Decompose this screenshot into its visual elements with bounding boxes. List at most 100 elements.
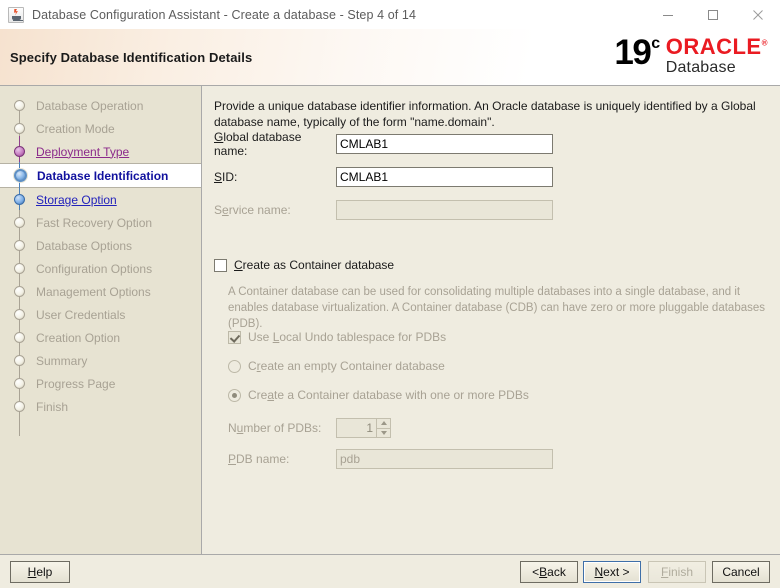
- create-container-with-pdbs-row: Create a Container database with one or …: [228, 388, 529, 402]
- sid-label: SID:: [214, 169, 238, 184]
- maximize-icon[interactable]: [690, 0, 735, 29]
- create-as-container-database-row[interactable]: Create as Container database: [214, 258, 394, 272]
- sidebar-item-label: Creation Mode: [36, 121, 115, 136]
- sidebar-item-deployment-type[interactable]: Deployment Type: [0, 140, 201, 163]
- sidebar-item-summary[interactable]: Summary: [0, 349, 201, 372]
- sid-row: SID:: [214, 166, 553, 187]
- sidebar-item-label: Creation Option: [36, 330, 121, 345]
- step-node-icon: [14, 378, 25, 389]
- finish-button: Finish: [648, 561, 706, 583]
- sidebar-item-label: Configuration Options: [36, 261, 153, 276]
- sidebar-item-database-options[interactable]: Database Options: [0, 234, 201, 257]
- global-database-name-input[interactable]: [336, 133, 553, 154]
- step-node-icon: [14, 355, 25, 366]
- sidebar-item-label: Progress Page: [36, 376, 116, 391]
- main-panel: Provide a unique database identifier inf…: [202, 86, 780, 554]
- global-database-name-row: Global database name:: [214, 130, 553, 158]
- sidebar-item-label[interactable]: Storage Option: [36, 193, 117, 207]
- registered-trademark-icon: ®: [761, 38, 768, 48]
- number-of-pdbs-row: Number of PDBs: 1: [228, 417, 391, 438]
- pdb-name-row: PDB name:: [228, 448, 553, 469]
- oracle-version: 19 c: [614, 33, 660, 72]
- step-node-icon: [14, 263, 25, 274]
- sidebar-item-fast-recovery-option[interactable]: Fast Recovery Option: [0, 211, 201, 234]
- sidebar-item-database-operation[interactable]: Database Operation: [0, 94, 201, 117]
- sidebar-item-management-options[interactable]: Management Options: [0, 280, 201, 303]
- oracle-version-suffix: c: [651, 35, 660, 52]
- step-node-icon: [14, 286, 25, 297]
- service-name-label: Service name:: [214, 202, 291, 217]
- page-banner: Specify Database Identification Details …: [0, 29, 780, 86]
- pdb-name-label: PDB name:: [228, 451, 290, 466]
- sidebar-item-creation-option[interactable]: Creation Option: [0, 326, 201, 349]
- sidebar-item-label: Management Options: [36, 284, 151, 299]
- sidebar-item-progress-page[interactable]: Progress Page: [0, 372, 201, 395]
- create-container-with-pdbs-label: Create a Container database with one or …: [248, 388, 529, 402]
- sidebar-item-label: Fast Recovery Option: [36, 215, 153, 230]
- create-empty-container-radio: [228, 359, 241, 373]
- global-database-name-label: Global database name:: [214, 129, 302, 158]
- stepper-down-icon: [376, 427, 391, 438]
- step-node-icon: [14, 401, 25, 412]
- help-button[interactable]: Help: [10, 561, 70, 583]
- pdb-name-input: [336, 448, 553, 469]
- number-of-pdbs-label: Number of PDBs:: [228, 420, 322, 435]
- oracle-logo: 19 c ORACLE® Database: [614, 35, 768, 77]
- sidebar-item-label: User Credentials: [36, 307, 126, 322]
- sidebar-item-label[interactable]: Deployment Type: [36, 145, 129, 159]
- service-name-input: [336, 199, 553, 220]
- window-controls: [645, 0, 780, 29]
- sidebar-item-user-credentials[interactable]: User Credentials: [0, 303, 201, 326]
- button-bar: Help < Back Next > Finish Cancel: [0, 555, 780, 588]
- step-node-icon: [14, 146, 25, 157]
- sidebar-item-database-identification[interactable]: Database Identification: [0, 163, 201, 188]
- step-node-icon: [14, 240, 25, 251]
- use-local-undo-label: Use Local Undo tablespace for PDBs: [248, 330, 447, 344]
- stepper-up-icon: [376, 417, 391, 428]
- sidebar-item-label: Database Options: [36, 238, 133, 253]
- step-node-icon: [14, 123, 25, 134]
- sidebar-item-label: Database Operation: [36, 98, 144, 113]
- next-button[interactable]: Next >: [583, 561, 641, 583]
- number-of-pdbs-stepper: 1: [336, 417, 391, 438]
- sidebar-item-configuration-options[interactable]: Configuration Options: [0, 257, 201, 280]
- step-node-icon: [14, 194, 25, 205]
- step-node-icon: [14, 100, 25, 111]
- oracle-version-number: 19: [614, 33, 651, 72]
- sidebar-item-label: Finish: [36, 399, 69, 414]
- oracle-product-name: Database: [665, 59, 736, 76]
- sidebar-item-creation-mode[interactable]: Creation Mode: [0, 117, 201, 140]
- minimize-icon[interactable]: [645, 0, 690, 29]
- oracle-wordmark: ORACLE®: [665, 34, 768, 59]
- title-bar: Database Configuration Assistant - Creat…: [0, 0, 780, 29]
- cancel-button[interactable]: Cancel: [712, 561, 770, 583]
- steps-sidebar: Database Operation Creation Mode Deploym…: [0, 86, 202, 554]
- content-area: Database Operation Creation Mode Deploym…: [0, 86, 780, 555]
- sidebar-item-label: Database Identification: [37, 168, 169, 183]
- use-local-undo-checkbox: [228, 330, 241, 344]
- java-cup-icon: [8, 6, 24, 23]
- close-icon[interactable]: [735, 0, 780, 29]
- use-local-undo-row: Use Local Undo tablespace for PDBs: [228, 330, 446, 344]
- sidebar-item-finish[interactable]: Finish: [0, 395, 201, 418]
- window-title: Database Configuration Assistant - Creat…: [32, 7, 417, 22]
- step-node-icon: [14, 169, 27, 182]
- create-container-with-pdbs-radio: [228, 388, 241, 402]
- service-name-row: Service name:: [214, 199, 553, 220]
- sidebar-item-label: Summary: [36, 353, 88, 368]
- create-as-container-database-checkbox[interactable]: [214, 258, 227, 272]
- dbca-window: Database Configuration Assistant - Creat…: [0, 0, 780, 588]
- step-node-icon: [14, 332, 25, 343]
- page-description: Provide a unique database identifier inf…: [214, 99, 756, 129]
- back-button[interactable]: < Back: [520, 561, 578, 583]
- step-node-icon: [14, 309, 25, 320]
- sid-input[interactable]: [336, 166, 553, 187]
- number-of-pdbs-value: 1: [336, 417, 376, 438]
- create-empty-container-label: Create an empty Container database: [248, 359, 445, 373]
- create-as-container-database-label: Create as Container database: [234, 258, 395, 272]
- create-empty-container-row: Create an empty Container database: [228, 359, 445, 373]
- step-node-icon: [14, 217, 25, 228]
- container-database-description: A Container database can be used for con…: [228, 286, 766, 330]
- sidebar-item-storage-option[interactable]: Storage Option: [0, 188, 201, 211]
- page-title: Specify Database Identification Details: [10, 49, 253, 65]
